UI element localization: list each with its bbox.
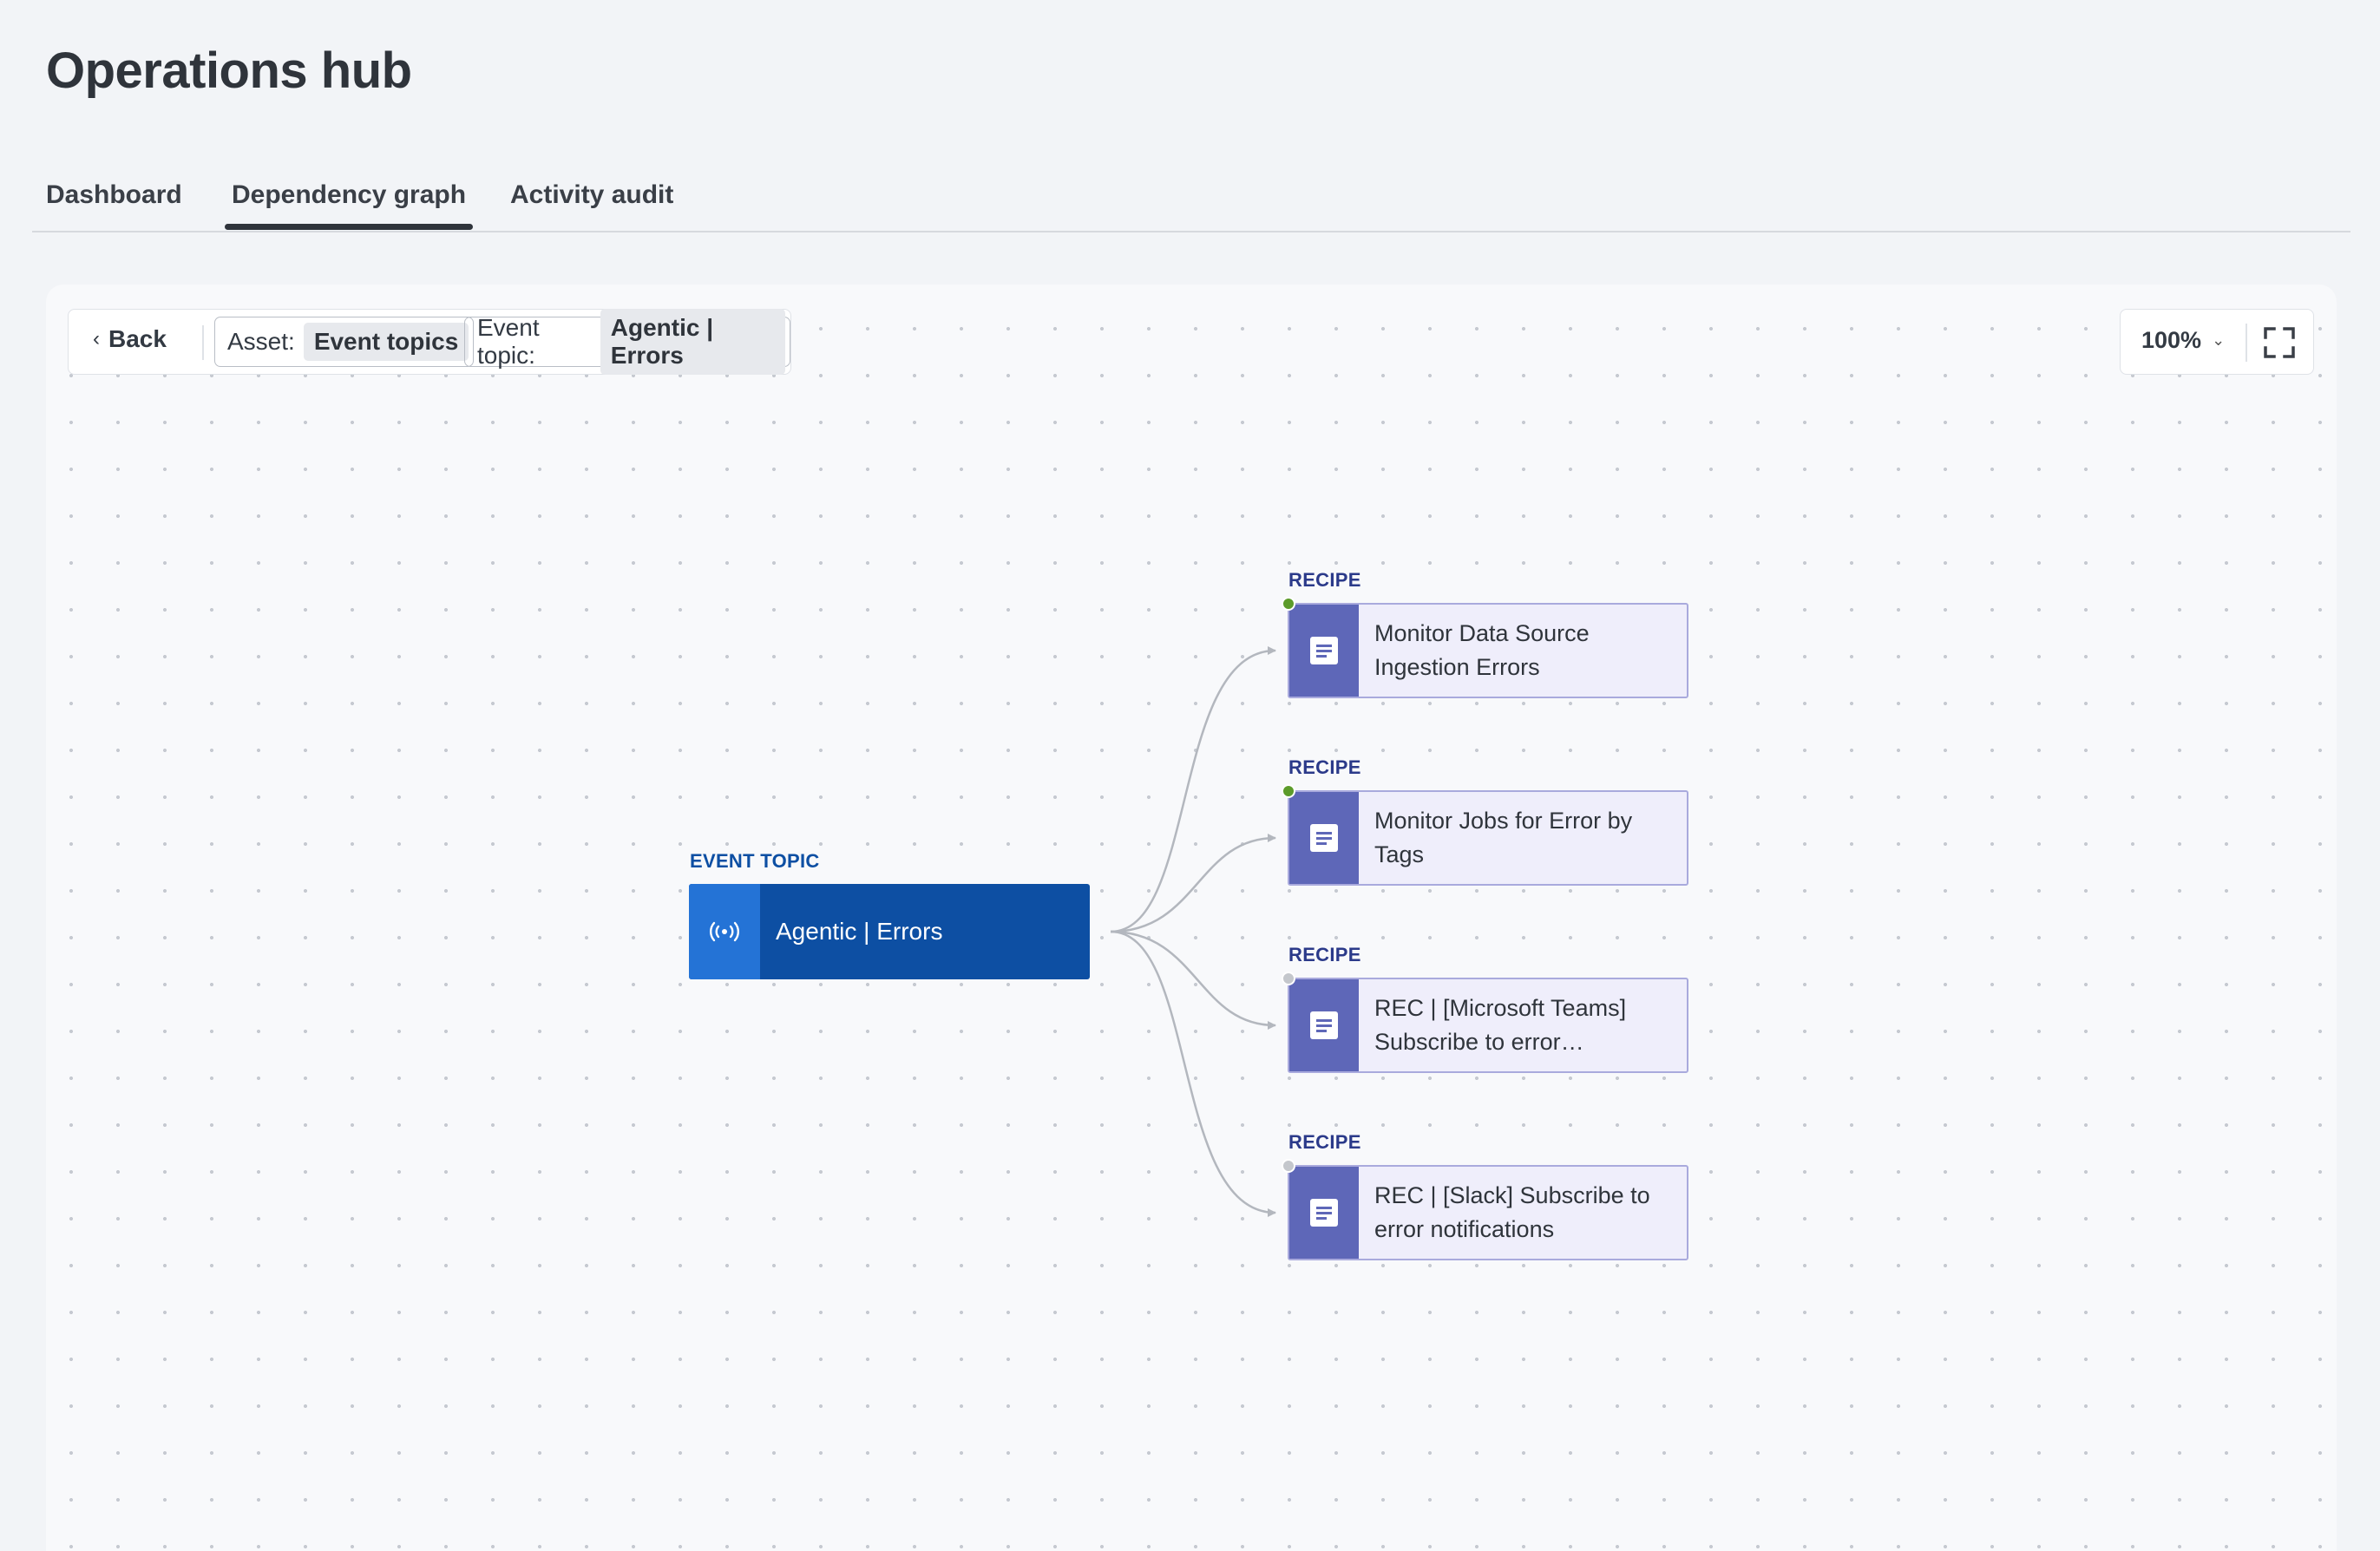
event-topic-filter-value: Agentic | Errors <box>600 309 785 375</box>
recipe-icon <box>1289 605 1359 697</box>
recipe-icon <box>1289 979 1359 1071</box>
recipe-caption: RECIPE <box>1288 569 1361 591</box>
tab-dashboard[interactable]: Dashboard <box>46 180 182 210</box>
tab-activity-audit[interactable]: Activity audit <box>510 180 673 210</box>
recipe-node[interactable]: REC | [Slack] Subscribe to error notific… <box>1288 1165 1688 1260</box>
graph-canvas[interactable] <box>46 285 2337 1551</box>
back-button[interactable]: ‹ Back <box>93 325 167 353</box>
recipe-caption: RECIPE <box>1288 944 1361 965</box>
fullscreen-icon[interactable] <box>2262 325 2297 360</box>
event-topic-filter-chip[interactable]: Event topic: Agentic | Errors <box>464 309 790 375</box>
recipe-name: Monitor Data Source Ingestion Errors <box>1374 620 1590 680</box>
event-topic-filter-label: Event topic: <box>477 314 540 369</box>
chevron-left-icon: ‹ <box>93 327 100 350</box>
recipe-icon <box>1289 792 1359 884</box>
zoom-toolbar: 100% ⌄ <box>2120 309 2314 375</box>
zoom-select[interactable]: 100% ⌄ <box>2141 327 2225 354</box>
recipe-node[interactable]: REC | [Microsoft Teams] Subscribe to err… <box>1288 978 1688 1073</box>
recipe-node[interactable]: Monitor Data Source Ingestion Errors <box>1288 603 1688 698</box>
asset-filter-label: Asset: <box>227 328 295 355</box>
recipe-name: REC | [Slack] Subscribe to error notific… <box>1374 1182 1650 1242</box>
toolbar-divider <box>202 325 204 360</box>
page-title: Operations hub <box>46 43 412 99</box>
filter-toolbar: ‹ Back Asset: Event topics Event topic: … <box>68 309 791 375</box>
broadcast-icon <box>689 884 760 979</box>
asset-filter-value: Event topics <box>303 323 469 361</box>
recipe-caption: RECIPE <box>1288 756 1361 778</box>
event-topic-name: Agentic | Errors <box>776 918 943 945</box>
recipe-status-dot-inactive <box>1282 1159 1295 1173</box>
event-topic-node[interactable]: Agentic | Errors <box>689 884 1090 979</box>
recipe-name: Monitor Jobs for Error by Tags <box>1374 808 1633 867</box>
recipe-node[interactable]: Monitor Jobs for Error by Tags <box>1288 790 1688 886</box>
recipe-status-dot-inactive <box>1282 972 1295 985</box>
recipe-name: REC | [Microsoft Teams] Subscribe to err… <box>1374 995 1627 1055</box>
recipe-status-dot-active <box>1282 597 1295 611</box>
event-topic-caption: EVENT TOPIC <box>690 850 820 872</box>
recipe-status-dot-active <box>1282 784 1295 798</box>
zoom-value: 100% <box>2141 327 2202 353</box>
chevron-down-icon: ⌄ <box>2212 331 2226 349</box>
zoom-divider <box>2246 324 2247 362</box>
recipe-caption: RECIPE <box>1288 1131 1361 1153</box>
tab-bar: Dashboard Dependency graph Activity audi… <box>32 170 2350 232</box>
back-label: Back <box>108 325 167 352</box>
recipe-icon <box>1289 1167 1359 1259</box>
asset-filter-chip[interactable]: Asset: Event topics <box>214 317 475 367</box>
tab-dependency-graph[interactable]: Dependency graph <box>224 180 474 230</box>
